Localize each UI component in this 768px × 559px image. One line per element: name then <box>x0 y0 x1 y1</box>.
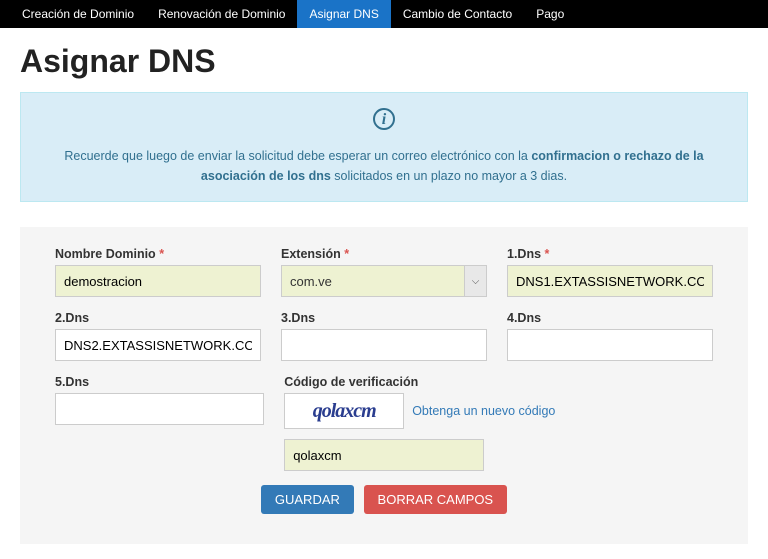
dns2-input[interactable] <box>55 329 261 361</box>
alert-text-after: solicitados en un plazo no mayor a 3 dia… <box>331 169 567 183</box>
form-section: Nombre Dominio * Extensión * com.ve ⌵ 1.… <box>20 227 748 544</box>
domain-input[interactable] <box>55 265 261 297</box>
dns1-label: 1.Dns * <box>507 247 713 261</box>
dns4-input[interactable] <box>507 329 713 361</box>
dns2-label: 2.Dns <box>55 311 261 325</box>
chevron-down-icon: ⌵ <box>464 266 486 296</box>
save-button[interactable]: GUARDAR <box>261 485 354 514</box>
captcha-label: Código de verificación <box>284 375 713 389</box>
info-alert: i Recuerde que luego de enviar la solici… <box>20 92 748 202</box>
dns1-input[interactable] <box>507 265 713 297</box>
alert-text-before: Recuerde que luego de enviar la solicitu… <box>64 149 531 163</box>
nav-cambio-contacto[interactable]: Cambio de Contacto <box>391 0 524 28</box>
dns5-label: 5.Dns <box>55 375 264 389</box>
ext-select[interactable]: com.ve ⌵ <box>281 265 487 297</box>
dns5-input[interactable] <box>55 393 264 425</box>
ext-value: com.ve <box>290 274 332 289</box>
dns4-label: 4.Dns <box>507 311 713 325</box>
captcha-refresh-link[interactable]: Obtenga un nuevo código <box>412 404 555 418</box>
nav-creacion[interactable]: Creación de Dominio <box>10 0 146 28</box>
clear-button[interactable]: BORRAR CAMPOS <box>364 485 508 514</box>
nav-asignar-dns[interactable]: Asignar DNS <box>297 0 390 28</box>
ext-label: Extensión * <box>281 247 487 261</box>
nav-renovacion[interactable]: Renovación de Dominio <box>146 0 297 28</box>
dns3-label: 3.Dns <box>281 311 487 325</box>
info-icon: i <box>373 108 395 130</box>
dns3-input[interactable] <box>281 329 487 361</box>
captcha-image: qolaxcm <box>284 393 404 429</box>
nav-pago[interactable]: Pago <box>524 0 576 28</box>
captcha-input[interactable] <box>284 439 484 471</box>
page-title: Asignar DNS <box>20 43 748 80</box>
domain-label: Nombre Dominio * <box>55 247 261 261</box>
top-nav: Creación de Dominio Renovación de Domini… <box>0 0 768 28</box>
